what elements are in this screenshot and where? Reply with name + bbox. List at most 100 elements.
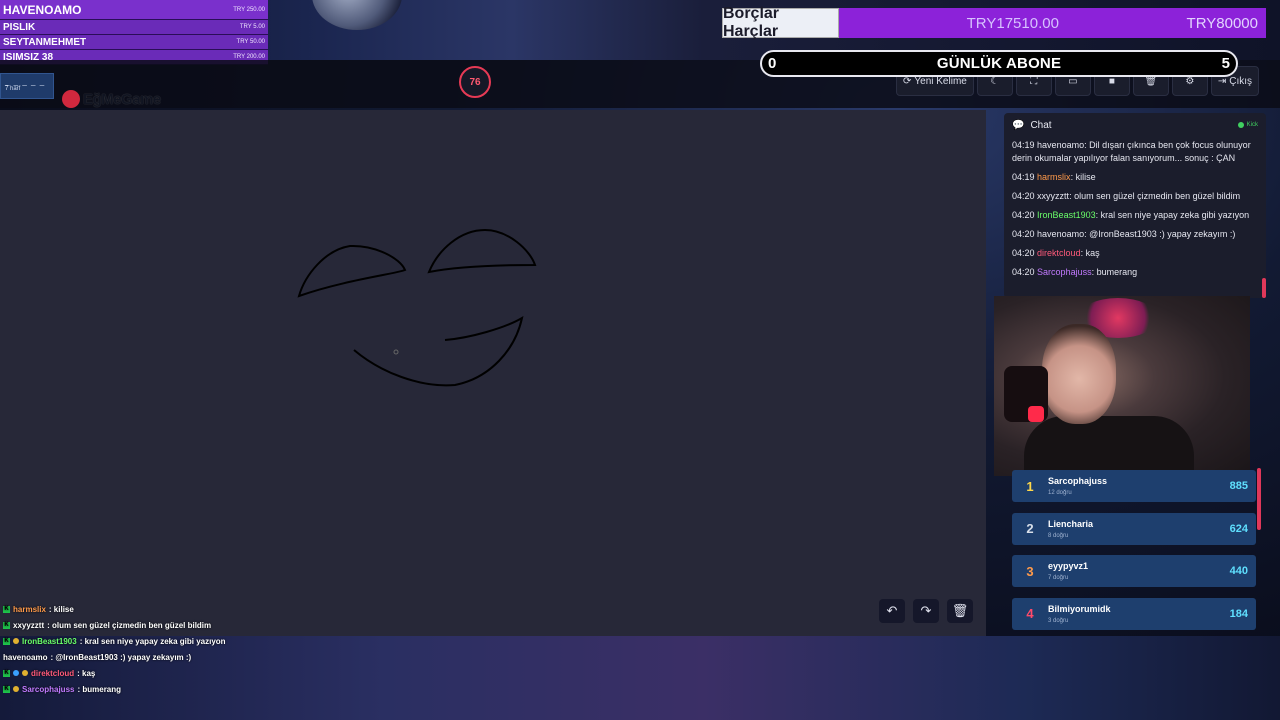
drawn-stroke xyxy=(353,315,524,387)
timer-value: 76 xyxy=(469,76,481,88)
player-name: Bilmiyorumidk xyxy=(1048,603,1111,614)
player-score: 440 xyxy=(1229,565,1248,577)
logo-icon xyxy=(62,90,80,108)
expand-icon: ⛶ xyxy=(1030,75,1038,87)
word-hint-dashes: _ _ _ _ _ xyxy=(5,77,46,86)
drawing-strokes xyxy=(297,228,537,387)
overlay-user: direktcloud xyxy=(31,668,75,678)
gear-icon: ⚙ xyxy=(1185,75,1195,87)
word-hint-label: 7 harf xyxy=(5,86,21,92)
overlay-user: harmslix xyxy=(13,604,46,614)
undo-icon: ↶ xyxy=(886,603,898,618)
message-user: direktcloud xyxy=(1037,248,1081,258)
platform-label: Kick xyxy=(1246,122,1258,128)
player-score: 624 xyxy=(1229,522,1248,535)
word-hint: _ _ _ _ _ 7 harf xyxy=(0,73,54,99)
sub-goal-end: 5 xyxy=(1221,55,1230,72)
rank-number: 2 xyxy=(1026,521,1034,536)
leaderboard: 1 Sarcophajuss 12 doğru 885 2 Liencharia… xyxy=(1012,470,1256,640)
chat-header: 💬 Chat Kick xyxy=(1004,113,1266,137)
chat-messages[interactable]: 04:19 havenoamo: Dil dışarı çıkınca ben … xyxy=(1004,137,1266,295)
overlay-chat-line: havenoamo : @IronBeast1903 :) yapay zeka… xyxy=(3,649,226,665)
status-dot-icon xyxy=(1237,122,1244,128)
overlay-text: : bumerang xyxy=(77,684,122,694)
overlay-user: xxyyzztt xyxy=(13,620,45,630)
logo-text: EğMeGame xyxy=(83,90,161,108)
message-time: 04:20 xyxy=(1012,229,1035,239)
chat-scrollbar[interactable] xyxy=(1262,278,1266,298)
goal-title: Borçlar Harçlar xyxy=(722,5,839,40)
goal-current: TRY17510.00 xyxy=(966,14,1059,32)
overlay-user: IronBeast1903 xyxy=(22,636,77,646)
overlay-chat-line: K IronBeast1903 : kral sen niye yapay ze… xyxy=(3,633,226,649)
donation-amount: TRY 250.00 xyxy=(233,6,265,13)
kick-icon: K xyxy=(3,621,10,629)
kick-icon: K xyxy=(3,669,10,677)
donation-item: PISLIK TRY 5.00 xyxy=(0,20,268,35)
message-user: havenoamo xyxy=(1037,229,1085,239)
player-correct: 8 doğru xyxy=(1048,532,1069,539)
message-text: olum sen güzel çizmedin ben güzel bildim xyxy=(1074,191,1241,201)
chat-icon: 💬 xyxy=(1012,119,1025,131)
player-name: Sarcophajuss xyxy=(1048,476,1108,486)
leaderboard-row: 3 eyypyvz1 7 doğru 440 xyxy=(1012,555,1256,587)
drawn-stroke xyxy=(427,228,537,274)
subscriber-goal: 0 GÜNLÜK ABONE 5 xyxy=(760,50,1238,77)
chat-message: 04:20 Sarcophajuss: bumerang xyxy=(1012,267,1138,277)
player-score: 184 xyxy=(1229,607,1248,620)
microphone xyxy=(1004,366,1048,422)
new-word-label: Yeni Kelime xyxy=(914,75,967,87)
message-text: kaş xyxy=(1085,248,1100,258)
overlay-user: Sarcophajuss xyxy=(22,684,75,694)
donor-name: HAVENOAMO xyxy=(3,2,82,17)
redo-icon: ↷ xyxy=(920,603,932,618)
message-time: 04:20 xyxy=(1012,191,1035,201)
player-correct: 7 doğru xyxy=(1048,575,1069,581)
overlay-text: : @IronBeast1903 :) yapay zekayım :) xyxy=(50,652,192,662)
badge-icon xyxy=(22,670,28,676)
donation-list: HAVENOAMO TRY 250.00 PISLIK TRY 5.00 SEY… xyxy=(0,0,268,65)
kick-icon: K xyxy=(3,637,10,645)
undo-button[interactable]: ↶ xyxy=(879,599,905,623)
chat-panel: 💬 Chat Kick 04:19 havenoamo: Dil dışarı … xyxy=(1004,113,1266,298)
donation-item: SEYTANMEHMET TRY 50.00 xyxy=(0,35,268,50)
mic-light xyxy=(1028,406,1044,422)
clear-canvas-button[interactable]: 🗑 xyxy=(947,599,973,623)
overlay-text: : kral sen niye yapay zeka gibi yazıyon xyxy=(79,636,226,646)
round-timer: 76 xyxy=(459,66,491,98)
drawing-canvas[interactable] xyxy=(0,110,986,636)
leaderboard-scrollbar[interactable] xyxy=(1257,468,1261,530)
badge-icon xyxy=(13,686,19,692)
player-info: Liencharia 8 doğru xyxy=(1048,519,1093,539)
leaderboard-row: 2 Liencharia 8 doğru 624 xyxy=(1012,512,1256,545)
message-text: kral sen niye yapay zeka gibi yazıyon xyxy=(1100,210,1250,220)
chat-message: 04:20 IronBeast1903: kral sen niye yapay… xyxy=(1012,210,1250,220)
exit-label: Çıkış xyxy=(1229,75,1253,87)
message-time: 04:19 xyxy=(1012,140,1035,150)
overlay-chat-line: K harmslix : kilise xyxy=(3,601,226,617)
platform-badge: Kick xyxy=(1237,122,1258,128)
rank-number: 4 xyxy=(1026,606,1034,621)
donation-goal-bar: Borçlar Harçlar TRY17510.00 TRY80000 xyxy=(722,5,1266,40)
donor-name: PISLIK xyxy=(3,21,36,33)
logout-icon: ⇥ xyxy=(1217,75,1227,87)
message-user: havenoamo xyxy=(1037,140,1085,150)
message-time: 04:20 xyxy=(1012,248,1035,258)
goal-target: TRY80000 xyxy=(1186,14,1258,32)
chat-message: 04:20 havenoamo: @IronBeast1903 :) yapay… xyxy=(1012,229,1236,239)
app-logo: EğMeGame xyxy=(62,88,186,110)
message-time: 04:20 xyxy=(1012,267,1035,277)
badge-icon xyxy=(13,638,19,644)
message-text: @IronBeast1903 :) yapay zekayım :) xyxy=(1089,229,1236,239)
overlay-text: : kaş xyxy=(77,668,96,678)
kick-icon: K xyxy=(3,685,10,693)
streamer-face xyxy=(1042,324,1116,424)
redo-button[interactable]: ↷ xyxy=(913,599,939,623)
streamer-body xyxy=(1024,416,1194,476)
refresh-icon: ⟳ xyxy=(903,75,912,87)
sub-goal-label: GÜNLÜK ABONE xyxy=(936,55,1062,72)
message-text: kilise xyxy=(1075,172,1096,182)
brush-cursor xyxy=(393,349,399,355)
rank-number: 1 xyxy=(1026,478,1034,494)
player-info: eyypyvz1 7 doğru xyxy=(1048,561,1088,581)
